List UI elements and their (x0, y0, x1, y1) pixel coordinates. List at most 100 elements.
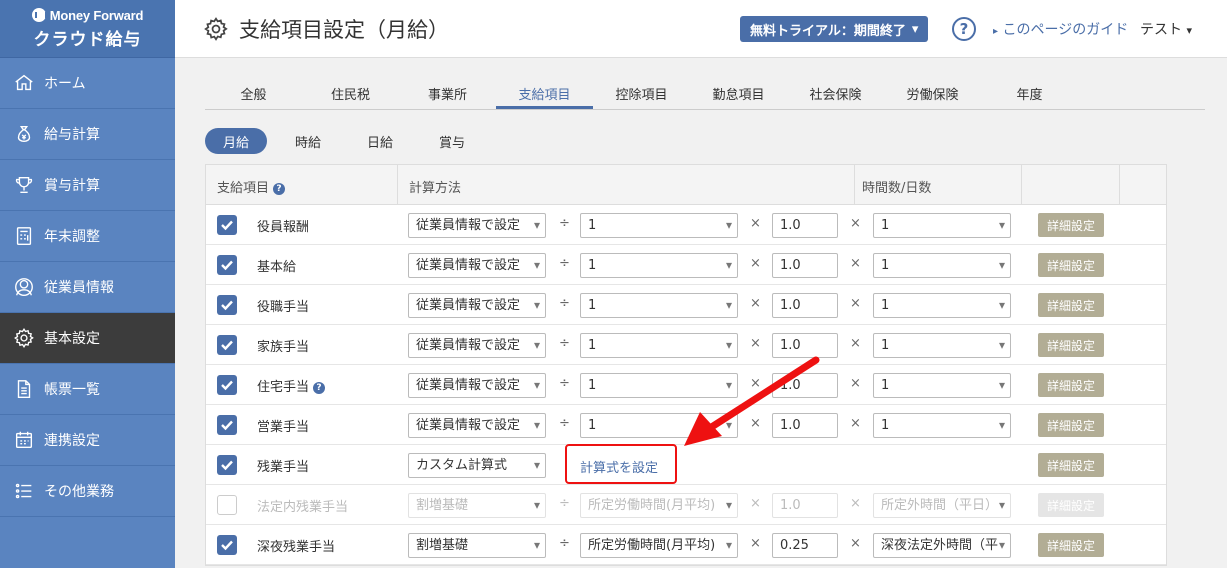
detail-settings-button[interactable]: 詳細設定 (1038, 253, 1104, 277)
row-checkbox[interactable] (217, 215, 237, 235)
user-menu[interactable]: テスト ▾ (1140, 19, 1192, 39)
divisor-select[interactable]: 1 (580, 333, 738, 358)
detail-settings-button[interactable]: 詳細設定 (1038, 213, 1104, 237)
sidebar-item-1[interactable]: 給与計算 (0, 109, 175, 160)
sidebar-item-6[interactable]: 帳票一覧 (0, 364, 175, 415)
divisor-select[interactable]: 1 (580, 253, 738, 278)
table-row: 住宅手当? 従業員情報で設定 ÷ 1 × 1.0 × 1 詳細設定 (206, 365, 1166, 405)
subtab-1[interactable]: 時給 (277, 128, 339, 154)
sidebar-item-5[interactable]: 基本設定 (0, 313, 175, 364)
help-icon[interactable]: ? (273, 183, 286, 195)
subtab-2[interactable]: 日給 (349, 128, 411, 154)
help-icon[interactable]: ? (952, 17, 976, 41)
detail-settings-button[interactable]: 詳細設定 (1038, 413, 1104, 437)
main-content: 全般 住民税 事業所 支給項目 控除項目 勤怠項目 社会保険 労働保険 年度 月給 時給 日給 賞与 … (175, 58, 1227, 568)
factor-input[interactable]: 1.0 (772, 413, 838, 438)
sidebar-item-8[interactable]: その他業務 (0, 466, 175, 517)
sidebar: Money Forward クラウド給与 ホーム 給与計算 賞与計算 年末調整従業員情… (0, 0, 175, 568)
calc-method-select[interactable]: 従業員情報で設定 (408, 333, 546, 358)
hours-select[interactable]: 所定外時間（平日） (873, 493, 1011, 518)
header: 支給項目設定（月給） 無料トライアル：期間終了 ▾ ? ▸ このページのガイド … (175, 0, 1227, 58)
factor-input[interactable]: 1.0 (772, 333, 838, 358)
divisor-select[interactable]: 1 (580, 373, 738, 398)
subtab-3[interactable]: 賞与 (421, 128, 483, 154)
times-symbol: × (750, 376, 761, 391)
detail-settings-button[interactable]: 詳細設定 (1038, 533, 1104, 557)
factor-input[interactable]: 1.0 (772, 493, 838, 518)
divisor-select[interactable]: 1 (580, 213, 738, 238)
calc-method-select[interactable]: 従業員情報で設定 (408, 253, 546, 278)
factor-input[interactable]: 1.0 (772, 253, 838, 278)
row-checkbox[interactable] (217, 255, 237, 275)
hours-select[interactable]: 1 (873, 373, 1011, 398)
row-checkbox[interactable] (217, 415, 237, 435)
calc-method-select[interactable]: 従業員情報で設定 (408, 293, 546, 318)
sidebar-item-2[interactable]: 賞与計算 (0, 160, 175, 211)
detail-settings-button[interactable]: 詳細設定 (1038, 453, 1104, 477)
hours-select[interactable]: 深夜法定外時間（平 (873, 533, 1011, 558)
help-icon[interactable]: ? (313, 382, 326, 394)
factor-input[interactable]: 1.0 (772, 213, 838, 238)
product-name: クラウド給与 (33, 29, 142, 50)
calc-method-select[interactable]: 割増基礎 (408, 533, 546, 558)
detail-settings-button[interactable]: 詳細設定 (1038, 373, 1104, 397)
calc-method-select[interactable]: 従業員情報で設定 (408, 213, 546, 238)
tab-2[interactable]: 事業所 (399, 80, 496, 109)
calc-method-select[interactable]: 従業員情報で設定 (408, 413, 546, 438)
factor-input[interactable]: 1.0 (772, 293, 838, 318)
sidebar-item-4[interactable]: 従業員情報 (0, 262, 175, 313)
sidebar-item-label: その他業務 (44, 484, 114, 500)
list-icon (12, 479, 36, 503)
row-checkbox[interactable] (217, 335, 237, 355)
hours-select[interactable]: 1 (873, 333, 1011, 358)
hours-select[interactable]: 1 (873, 413, 1011, 438)
detail-settings-button[interactable]: 詳細設定 (1038, 293, 1104, 317)
item-name: 営業手当 (257, 420, 310, 435)
sidebar-item-3[interactable]: 年末調整 (0, 211, 175, 262)
row-checkbox[interactable] (217, 375, 237, 395)
tab-7[interactable]: 労働保険 (884, 80, 981, 109)
divisor-select[interactable]: 所定労働時間(月平均) (580, 493, 738, 518)
calc-method-select[interactable]: 従業員情報で設定 (408, 373, 546, 398)
gear-icon (204, 16, 228, 41)
hours-select[interactable]: 1 (873, 253, 1011, 278)
times-symbol: × (750, 216, 761, 231)
sidebar-item-7[interactable]: 連携設定 (0, 415, 175, 466)
page-title: 支給項目設定（月給） (203, 14, 449, 44)
hours-select[interactable]: 1 (873, 293, 1011, 318)
hours-select[interactable]: 1 (873, 213, 1011, 238)
sidebar-item-0[interactable]: ホーム (0, 58, 175, 109)
times-symbol: × (850, 336, 861, 351)
row-checkbox[interactable] (217, 535, 237, 555)
factor-input[interactable]: 0.25 (772, 533, 838, 558)
factor-input[interactable]: 1.0 (772, 373, 838, 398)
tab-3[interactable]: 支給項目 (496, 80, 593, 109)
calc-method-select[interactable]: カスタム計算式 (408, 453, 546, 478)
divisor-select[interactable]: 1 (580, 413, 738, 438)
tab-5[interactable]: 勤怠項目 (690, 80, 787, 109)
settings-tabs: 全般 住民税 事業所 支給項目 控除項目 勤怠項目 社会保険 労働保険 年度 (205, 80, 1205, 110)
tab-8[interactable]: 年度 (981, 80, 1078, 109)
sidebar-item-label: 従業員情報 (44, 280, 114, 296)
calc-method-select[interactable]: 割増基礎 (408, 493, 546, 518)
detail-settings-button[interactable]: 詳細設定 (1038, 493, 1104, 517)
item-name: 深夜残業手当 (257, 540, 336, 555)
tab-1[interactable]: 住民税 (302, 80, 399, 109)
row-checkbox[interactable] (217, 455, 237, 475)
pay-type-tabs: 月給 時給 日給 賞与 (205, 128, 483, 154)
guide-label: このページのガイド (1002, 22, 1129, 38)
divisor-select[interactable]: 1 (580, 293, 738, 318)
row-checkbox[interactable] (217, 495, 237, 515)
page-guide-link[interactable]: ▸ このページのガイド (993, 19, 1128, 39)
brand[interactable]: Money Forward クラウド給与 (0, 0, 175, 58)
subtab-0[interactable]: 月給 (205, 128, 267, 154)
times-symbol: × (850, 216, 861, 231)
detail-settings-button[interactable]: 詳細設定 (1038, 333, 1104, 357)
tab-6[interactable]: 社会保険 (787, 80, 884, 109)
tab-4[interactable]: 控除項目 (593, 80, 690, 109)
tab-0[interactable]: 全般 (205, 80, 302, 109)
row-checkbox[interactable] (217, 295, 237, 315)
trial-status-button[interactable]: 無料トライアル：期間終了 ▾ (740, 16, 929, 42)
table-row: 基本給 従業員情報で設定 ÷ 1 × 1.0 × 1 詳細設定 (206, 245, 1166, 285)
divisor-select[interactable]: 所定労働時間(月平均) (580, 533, 738, 558)
